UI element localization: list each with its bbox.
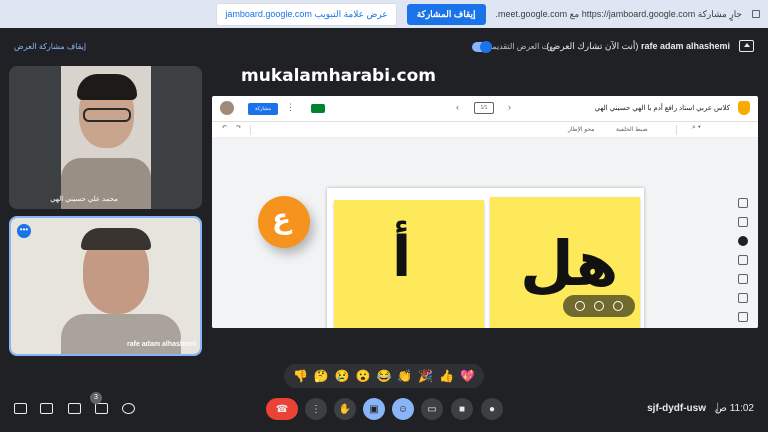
meet-logo-icon[interactable] bbox=[311, 104, 325, 113]
laughing-reaction[interactable]: 😂 bbox=[376, 369, 391, 383]
presentation-audio-label: صوت العرض التقديمي bbox=[485, 42, 560, 51]
participant-name: محمد علي حسيني الهي bbox=[50, 196, 118, 203]
stop-presenting-link[interactable]: إيقاف مشاركة العرض bbox=[14, 42, 86, 51]
sticky-note[interactable]: أ bbox=[334, 200, 484, 328]
leave-call-button[interactable]: ☎ bbox=[266, 398, 298, 420]
sticky-note-text: هل bbox=[520, 227, 619, 300]
tile-controls-pill bbox=[563, 295, 635, 317]
presenter-row: rafe adam alhashemi (أنت الآن تشارك العر… bbox=[0, 34, 768, 60]
participant-glasses bbox=[83, 108, 131, 122]
thumbs-down-reaction[interactable]: 👎 bbox=[293, 369, 308, 383]
present-now-icon[interactable]: ▣ bbox=[363, 398, 385, 420]
info-icon[interactable] bbox=[122, 403, 135, 414]
presenter-label: rafe adam alhashemi (أنت الآن تشارك العر… bbox=[546, 41, 730, 52]
participant-name: rafe adam alhashemi bbox=[127, 341, 197, 348]
captions-icon[interactable]: ▭ bbox=[421, 398, 443, 420]
remove-icon[interactable] bbox=[575, 301, 586, 311]
participant-hair bbox=[81, 228, 151, 250]
jamboard-title[interactable]: كلاس عربي استاد رافع أدم با الهي حسيني ا… bbox=[595, 104, 730, 112]
more-vert-icon[interactable]: ⋮ bbox=[286, 102, 295, 113]
prev-frame-icon[interactable]: ‹ bbox=[456, 102, 459, 112]
host-controls-icon[interactable] bbox=[14, 403, 27, 414]
present-icon bbox=[739, 40, 754, 52]
zoom-icon[interactable]: ⌕ ▾ bbox=[692, 124, 701, 132]
participant-video bbox=[11, 218, 200, 354]
jamboard-logo-icon bbox=[738, 101, 750, 115]
logo-letter: ع bbox=[272, 202, 292, 235]
set-background-button[interactable]: ضبط الخلفية bbox=[616, 126, 648, 133]
activities-icon[interactable] bbox=[40, 403, 53, 414]
shared-jamboard-window: كلاس عربي استاد رافع أدم با الهي حسيني ا… bbox=[212, 96, 758, 328]
watermark-text: mukalamharabi.com bbox=[241, 66, 436, 86]
jamboard-toolbar: ↶ ↷ محو الإطار ضبط الخلفية ⌕ ▾ bbox=[212, 122, 758, 138]
volume-icon[interactable] bbox=[593, 301, 604, 311]
sticky-note-text: أ bbox=[392, 225, 412, 290]
presenter-status: (أنت الآن تشارك العرض) bbox=[546, 41, 639, 51]
emoji-icon[interactable]: ☺ bbox=[392, 398, 414, 420]
canvas-area: ع أ هل bbox=[212, 138, 758, 328]
redo-icon[interactable]: ↷ bbox=[236, 124, 241, 131]
clear-frame-button[interactable]: محو الإطار bbox=[568, 126, 594, 133]
jamboard-side-toolbar bbox=[732, 196, 754, 328]
site-logo: ع bbox=[258, 196, 310, 248]
mic-off-icon[interactable] bbox=[612, 301, 623, 311]
image-icon[interactable] bbox=[738, 274, 748, 284]
toolbar-divider bbox=[676, 125, 677, 135]
surprised-reaction[interactable]: 😮 bbox=[356, 369, 371, 383]
pen-icon[interactable] bbox=[738, 198, 748, 208]
meeting-code: sjf-dydf-usw bbox=[647, 403, 706, 414]
jamboard-header: كلاس عربي استاد رافع أدم با الهي حسيني ا… bbox=[212, 96, 758, 122]
presenter-name: rafe adam alhashemi bbox=[640, 41, 730, 51]
next-frame-icon[interactable]: › bbox=[508, 102, 511, 112]
participant-video bbox=[61, 66, 151, 209]
sharing-notification-bar: جارٍ مشاركة https://jamboard.google.com … bbox=[0, 0, 768, 28]
party-reaction[interactable]: 🎉 bbox=[418, 369, 433, 383]
stop-sharing-button[interactable]: إيقاف المشاركة bbox=[406, 3, 486, 25]
more-options-icon[interactable]: ••• bbox=[17, 224, 31, 238]
meet-control-bar: 3 ● ■ ▭ ☺ ▣ ✋ ⋮ ☎ sjf-dydf-usw | 11:02 ص bbox=[0, 392, 768, 432]
participants-count-badge: 3 bbox=[90, 392, 102, 404]
presentation-audio-toggle[interactable] bbox=[472, 41, 492, 53]
participant-tile[interactable]: محمد علي حسيني الهي bbox=[9, 66, 202, 209]
text-box-icon[interactable] bbox=[738, 312, 748, 322]
show-tab-button[interactable]: عرض علامة التبويب jamboard.google.com bbox=[216, 2, 397, 26]
circle-icon[interactable] bbox=[738, 293, 748, 303]
frame-counter[interactable]: 1/1 bbox=[474, 102, 494, 114]
avatar[interactable] bbox=[220, 101, 234, 115]
heart-reaction[interactable]: 💖 bbox=[460, 369, 475, 383]
chat-icon[interactable] bbox=[68, 403, 81, 414]
participant-tile-self[interactable]: ••• rafe adam alhashemi bbox=[9, 216, 202, 356]
sharing-message: جارٍ مشاركة https://jamboard.google.com … bbox=[495, 8, 742, 19]
select-icon[interactable] bbox=[738, 236, 748, 246]
sad-reaction[interactable]: 😢 bbox=[335, 369, 350, 383]
record-icon bbox=[752, 10, 760, 18]
participant-hair bbox=[77, 74, 137, 100]
more-options-icon[interactable]: ⋮ bbox=[305, 398, 327, 420]
clapping-reaction[interactable]: 👏 bbox=[397, 369, 412, 383]
undo-icon[interactable]: ↶ bbox=[222, 124, 227, 131]
toolbar-divider bbox=[250, 125, 251, 135]
share-button[interactable]: مشاركة bbox=[248, 103, 278, 115]
raise-hand-icon[interactable]: ✋ bbox=[334, 398, 356, 420]
sticky-note-icon[interactable] bbox=[738, 255, 748, 265]
thumbs-up-reaction[interactable]: 👍 bbox=[439, 369, 454, 383]
people-icon[interactable] bbox=[95, 403, 108, 414]
camera-icon[interactable]: ■ bbox=[451, 398, 473, 420]
clock-time: 11:02 ص bbox=[714, 403, 754, 414]
jam-frame[interactable]: أ هل bbox=[327, 188, 644, 328]
thinking-reaction[interactable]: 🤔 bbox=[314, 369, 329, 383]
participant-body bbox=[61, 314, 181, 354]
eraser-icon[interactable] bbox=[738, 217, 748, 227]
reactions-bar: 👎 🤔 😢 😮 😂 👏 🎉 👍 💖 bbox=[284, 364, 484, 388]
mic-icon[interactable]: ● bbox=[481, 398, 503, 420]
